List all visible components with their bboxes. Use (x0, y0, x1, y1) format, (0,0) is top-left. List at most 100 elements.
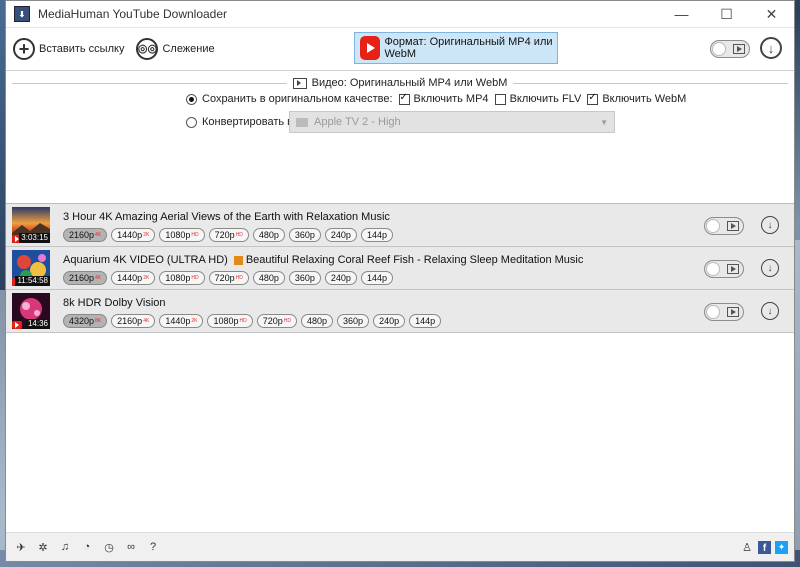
video-thumbnail[interactable]: 3:03:15 (12, 207, 50, 243)
video-icon (727, 221, 739, 231)
quality-label: 360p (294, 273, 315, 283)
quality-chips: 4320p 8K 2160p 4K 1440p 2K 1080p HD 720p HD 4… (63, 314, 445, 328)
quality-chip[interactable]: 144p (360, 271, 393, 285)
quality-chip[interactable]: 360p (288, 271, 321, 285)
webm-checkbox[interactable] (587, 92, 599, 105)
close-button[interactable]: ✕ (749, 1, 794, 27)
convert-radio[interactable] (186, 116, 197, 128)
quality-chip[interactable]: 2160p 4K (63, 271, 108, 285)
mp4-label: Включить MP4 (413, 93, 489, 105)
quality-chip[interactable]: 1440p 2K (111, 271, 156, 285)
paste-link-button[interactable]: + Вставить ссылку (13, 38, 124, 60)
minimize-icon: — (674, 6, 689, 22)
telegram-icon[interactable]: ✈ (14, 540, 28, 554)
quality-chip[interactable]: 1080p HD (207, 314, 253, 328)
quality-chip[interactable]: 480p (301, 314, 334, 328)
toggle-knob (712, 42, 726, 56)
clock-icon[interactable]: ◷ (102, 540, 116, 554)
quality-badge: HD (235, 231, 243, 238)
quality-chip[interactable]: 1440p 2K (111, 228, 156, 242)
convert-toggle[interactable] (704, 303, 744, 321)
flv-label: Включить FLV (509, 93, 582, 105)
download-button[interactable]: ↓ (761, 216, 779, 234)
quality-chip[interactable]: 144p (409, 314, 442, 328)
video-duration: 3:03:15 (19, 233, 50, 243)
playlist-icon (233, 255, 243, 265)
quality-label: 480p (258, 273, 279, 283)
video-duration: 14:36 (25, 319, 50, 329)
quality-label: 4320p (69, 316, 95, 326)
youtube-icon (360, 36, 381, 60)
video-thumbnail[interactable]: 11:54:58 (12, 250, 50, 286)
app-logo-icon: ⬇ (14, 6, 30, 22)
tracking-button[interactable]: ◎◎ Слежение (136, 38, 215, 60)
snail-icon[interactable]: ◔ (80, 540, 94, 554)
quality-chip[interactable]: 240p (324, 271, 357, 285)
quality-chip[interactable]: 144p (360, 228, 393, 242)
video-list: 3:03:15 3 Hour 4K Amazing Aerial Views o… (6, 204, 794, 551)
facebook-icon[interactable]: f (758, 540, 771, 554)
help-icon[interactable]: ? (146, 540, 160, 554)
convert-target-select[interactable]: Apple TV 2 - High ▼ (289, 111, 615, 133)
minimize-button[interactable]: — (659, 1, 704, 27)
quality-chip[interactable]: 480p (252, 271, 285, 285)
download-arrow-icon: ↓ (767, 262, 773, 274)
quality-chip[interactable]: 720p HD (208, 271, 249, 285)
title-bar[interactable]: ⬇ MediaHuman YouTube Downloader — ☐ ✕ (6, 1, 794, 28)
quality-chip[interactable]: 2160p 4K (63, 228, 108, 242)
maximize-button[interactable]: ☐ (704, 1, 749, 27)
download-arrow-icon: ↓ (767, 219, 773, 231)
quality-label: 1080p (165, 273, 191, 283)
quality-chip[interactable]: 2160p 4K (111, 314, 156, 328)
quality-badge: HD (235, 274, 243, 281)
video-row[interactable]: 11:54:58 Aquarium 4K VIDEO (ULTRA HD) Be… (6, 247, 794, 290)
quality-chip[interactable]: 1080p HD (159, 271, 205, 285)
convert-toggle[interactable] (704, 217, 744, 235)
download-all-button[interactable]: ↓ (760, 37, 782, 59)
video-row[interactable]: 14:36 8k HDR Dolby Vision 4320p 8K 2160p 4… (6, 290, 794, 333)
settings-icon[interactable]: ✲ (36, 540, 50, 554)
flv-checkbox[interactable] (494, 93, 506, 105)
convert-row: Конвертировать в: (186, 116, 296, 128)
close-icon: ✕ (765, 5, 778, 22)
quality-chip[interactable]: 4320p 8K (63, 314, 108, 328)
mp4-checkbox[interactable] (398, 92, 410, 105)
section-header: Видео: Оригинальный MP4 или WebM (12, 77, 789, 89)
quality-chip[interactable]: 240p (373, 314, 406, 328)
app-window: ⬇ MediaHuman YouTube Downloader — ☐ ✕ + … (5, 0, 795, 562)
video-row[interactable]: 3:03:15 3 Hour 4K Amazing Aerial Views o… (6, 204, 794, 247)
users-icon[interactable]: ♙ (740, 540, 754, 554)
quality-label: 1080p (213, 316, 239, 326)
music-icon[interactable]: ♫ (58, 540, 72, 554)
keep-original-row: Сохранить в оригинальном качестве: Включ… (186, 92, 687, 105)
video-film-icon (292, 77, 307, 89)
quality-chip[interactable]: 1440p 2K (159, 314, 204, 328)
quality-chip[interactable]: 1080p HD (159, 228, 205, 242)
global-convert-toggle[interactable] (710, 40, 750, 58)
webm-label: Включить WebM (602, 93, 687, 105)
quality-chip[interactable]: 720p HD (256, 314, 297, 328)
quality-label: 1440p (165, 316, 191, 326)
quality-label: 720p (214, 273, 235, 283)
quality-label: 2160p (69, 273, 95, 283)
keep-original-label: Сохранить в оригинальном качестве: (202, 93, 393, 105)
twitter-icon[interactable]: ✦ (775, 540, 788, 554)
keep-original-radio[interactable] (186, 93, 197, 105)
download-button[interactable]: ↓ (761, 259, 779, 277)
video-title: Aquarium 4K VIDEO (ULTRA HD) (63, 254, 228, 266)
quality-chip[interactable]: 480p (252, 228, 285, 242)
quality-badge: HD (191, 231, 199, 238)
video-thumbnail[interactable]: 14:36 (12, 293, 50, 329)
convert-toggle[interactable] (704, 260, 744, 278)
format-button[interactable]: Формат: Оригинальный MP4 или WebM (354, 32, 558, 64)
quality-label: 2160p (117, 316, 143, 326)
quality-badge: 4K (95, 274, 102, 281)
quality-chip[interactable]: 240p (324, 228, 357, 242)
quality-chip[interactable]: 360p (288, 228, 321, 242)
quality-chip[interactable]: 720p HD (208, 228, 249, 242)
binoculars-icon[interactable]: ∞ (124, 540, 138, 554)
quality-label: 240p (330, 273, 351, 283)
quality-chip[interactable]: 360p (337, 314, 370, 328)
download-button[interactable]: ↓ (761, 302, 779, 320)
toggle-knob (706, 305, 720, 319)
